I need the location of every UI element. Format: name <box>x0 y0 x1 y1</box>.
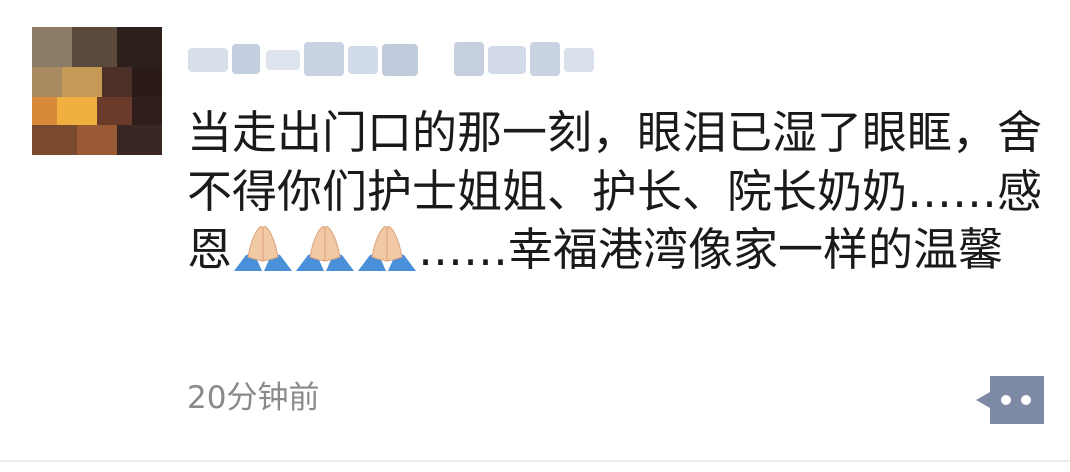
divider <box>0 460 1070 462</box>
comment-text-part2: ……幸福港湾像家一样的温馨 <box>418 223 1004 276</box>
folded-hands-icon <box>358 226 417 271</box>
comment-text: 当走出门口的那一刻，眼泪已湿了眼眶，舍不得你们护士姐姐、护长、院长奶奶……感恩 … <box>187 104 1057 280</box>
folded-hands-icon <box>234 226 293 271</box>
timestamp: 20分钟前 <box>187 380 320 416</box>
comment-item: 当走出门口的那一刻，眼泪已湿了眼眶，舍不得你们护士姐姐、护长、院长奶奶……感恩 … <box>0 0 1070 472</box>
folded-hands-icon <box>296 226 355 271</box>
username-blurred <box>188 42 594 76</box>
avatar[interactable] <box>32 27 162 155</box>
more-options-button[interactable] <box>976 376 1044 424</box>
emoji-group <box>232 221 418 280</box>
username[interactable] <box>186 34 606 84</box>
avatar-image <box>32 27 162 155</box>
more-options-icon <box>976 376 1044 424</box>
